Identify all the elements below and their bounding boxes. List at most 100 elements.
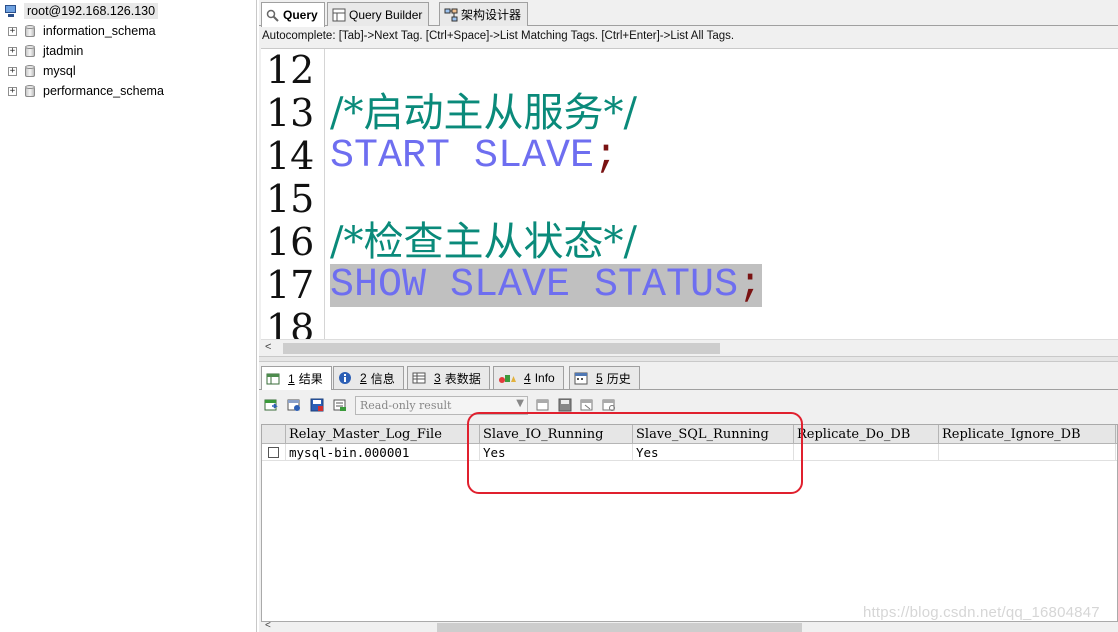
line-number: 15 — [266, 177, 315, 221]
column-header[interactable]: Replicate_Ignore_DB — [939, 425, 1116, 444]
tab-label: 结果 — [298, 372, 323, 386]
editor-tabbar: Query Query Builder 架构设计器 — [259, 0, 1118, 27]
calendar-icon — [574, 372, 588, 385]
editor-line: 14 START SLAVE; — [261, 134, 1118, 179]
tab-schema-designer[interactable]: 架构设计器 — [439, 2, 529, 26]
line-number: 13 — [266, 91, 315, 135]
pane-splitter[interactable] — [259, 356, 1118, 362]
grid-horizontal-scrollbar[interactable]: < — [261, 620, 1118, 632]
database-icon — [25, 84, 35, 98]
expand-icon[interactable]: + — [8, 46, 17, 56]
database-label: mysql — [43, 64, 76, 78]
column-header[interactable]: Slave_SQL_Running — [633, 425, 794, 444]
sql-keywords: SHOW SLAVE STATUS — [330, 263, 739, 308]
editor-horizontal-scrollbar[interactable]: < — [261, 339, 1118, 354]
tab-query-builder[interactable]: Query Builder — [327, 2, 430, 26]
database-label: jtadmin — [43, 44, 84, 58]
scrollbar-thumb[interactable] — [437, 623, 802, 632]
text-view-icon[interactable] — [332, 397, 348, 413]
tab-label: Query — [283, 8, 318, 22]
expand-icon[interactable]: + — [8, 86, 17, 96]
tab-label: 架构设计器 — [461, 8, 522, 22]
tab-number: 4 — [524, 371, 531, 385]
tab-number: 1 — [288, 371, 295, 386]
sql-editor[interactable]: 12 13 /*启动主从服务*/ 14 START SLAVE; 15 16 /… — [261, 48, 1118, 354]
column-header[interactable]: Replicate_Do_DB — [794, 425, 939, 444]
scroll-left-icon[interactable]: < — [265, 341, 271, 353]
save-result-icon[interactable] — [309, 397, 325, 413]
connection-root[interactable]: root@192.168.126.130 — [4, 2, 159, 20]
editor-line: 12 — [261, 49, 1118, 92]
tab-results[interactable]: 1 结果 — [261, 366, 332, 390]
tab-history[interactable]: 5 历史 — [569, 366, 640, 389]
tree-item-information-schema[interactable]: + information_schema — [8, 22, 156, 40]
sql-comment: /*启动主从服务*/ — [330, 90, 637, 136]
info-icon — [339, 372, 351, 384]
tab-number: 5 — [596, 371, 603, 385]
tree-item-jtadmin[interactable]: + jtadmin — [8, 42, 83, 60]
delete-row-icon[interactable] — [579, 397, 595, 413]
table-cell[interactable] — [794, 444, 939, 461]
sql-comment: /*检查主从状态*/ — [330, 219, 637, 265]
object-browser: root@192.168.126.130 + information_schem… — [0, 0, 257, 632]
line-number: 14 — [266, 134, 315, 178]
database-icon — [25, 64, 35, 78]
sql-semicolon: ; — [594, 134, 619, 179]
tab-number: 2 — [360, 371, 367, 385]
table-cell[interactable]: mysql-bin.000001 — [286, 444, 480, 461]
row-checkbox[interactable] — [268, 447, 279, 458]
connection-label: root@192.168.126.130 — [24, 3, 159, 19]
chevron-down-icon: ▼ — [516, 398, 524, 409]
editor-line: 17 SHOW SLAVE STATUS; — [261, 264, 1118, 307]
sql-keywords: START SLAVE — [330, 134, 595, 179]
save-icon[interactable] — [557, 397, 573, 413]
sql-statement-selected: SHOW SLAVE STATUS; — [330, 263, 763, 308]
server-icon — [4, 4, 20, 18]
line-number: 12 — [266, 48, 315, 92]
tab-label: Info — [534, 371, 555, 385]
scroll-left-icon[interactable]: < — [265, 620, 271, 631]
grid-header-row: Relay_Master_Log_File Slave_IO_Running S… — [262, 425, 1117, 444]
table-icon — [412, 372, 426, 384]
database-icon — [25, 44, 35, 58]
refresh-grid-icon[interactable] — [601, 397, 617, 413]
editor-line: 13 /*启动主从服务*/ — [261, 92, 1118, 135]
tab-label: 信息 — [370, 371, 395, 386]
column-header[interactable]: Slave_IO_Running — [480, 425, 633, 444]
tree-item-mysql[interactable]: + mysql — [8, 62, 76, 80]
tab-table-data[interactable]: 3 表数据 — [407, 366, 490, 389]
tab-label: 表数据 — [444, 371, 481, 386]
table-row[interactable]: mysql-bin.000001 Yes Yes — [262, 444, 1117, 461]
export-icon[interactable] — [263, 397, 279, 413]
table-cell[interactable]: Yes — [480, 444, 633, 461]
copy-grid-icon[interactable] — [286, 397, 302, 413]
line-number: 16 — [266, 220, 315, 264]
grid-filter-icon[interactable] — [535, 397, 551, 413]
tab-label: 历史 — [606, 371, 631, 386]
tab-messages[interactable]: 2 信息 — [333, 366, 404, 389]
database-label: information_schema — [43, 24, 156, 38]
main-panel: Query Query Builder 架构设计器 Autocomplete: … — [259, 0, 1118, 632]
result-mode-select[interactable]: Read-only result ▼ — [355, 396, 528, 415]
result-grid[interactable]: Relay_Master_Log_File Slave_IO_Running S… — [261, 424, 1118, 622]
row-selector[interactable] — [262, 444, 286, 461]
table-cell[interactable] — [939, 444, 1116, 461]
info-shapes-icon — [499, 375, 516, 383]
expand-icon[interactable]: + — [8, 26, 17, 36]
tree-item-performance-schema[interactable]: + performance_schema — [8, 82, 164, 100]
tab-info[interactable]: 4 Info — [493, 366, 564, 389]
expand-icon[interactable]: + — [8, 66, 17, 76]
database-icon — [25, 24, 35, 38]
line-number: 17 — [266, 263, 315, 307]
editor-line: 16 /*检查主从状态*/ — [261, 221, 1118, 264]
autocomplete-hint: Autocomplete: [Tab]->Next Tag. [Ctrl+Spa… — [262, 30, 735, 42]
row-selector-header — [262, 425, 286, 444]
tab-query[interactable]: Query — [261, 2, 325, 27]
table-cell[interactable]: Yes — [633, 444, 794, 461]
sql-semicolon: ; — [738, 263, 763, 308]
result-toolbar: Read-only result ▼ — [259, 394, 1118, 418]
column-header[interactable]: Relay_Master_Log_File — [286, 425, 480, 444]
scrollbar-thumb[interactable] — [283, 343, 720, 354]
result-mode-value: Read-only result — [360, 399, 452, 412]
watermark: https://blog.csdn.net/qq_16804847 — [863, 604, 1100, 621]
